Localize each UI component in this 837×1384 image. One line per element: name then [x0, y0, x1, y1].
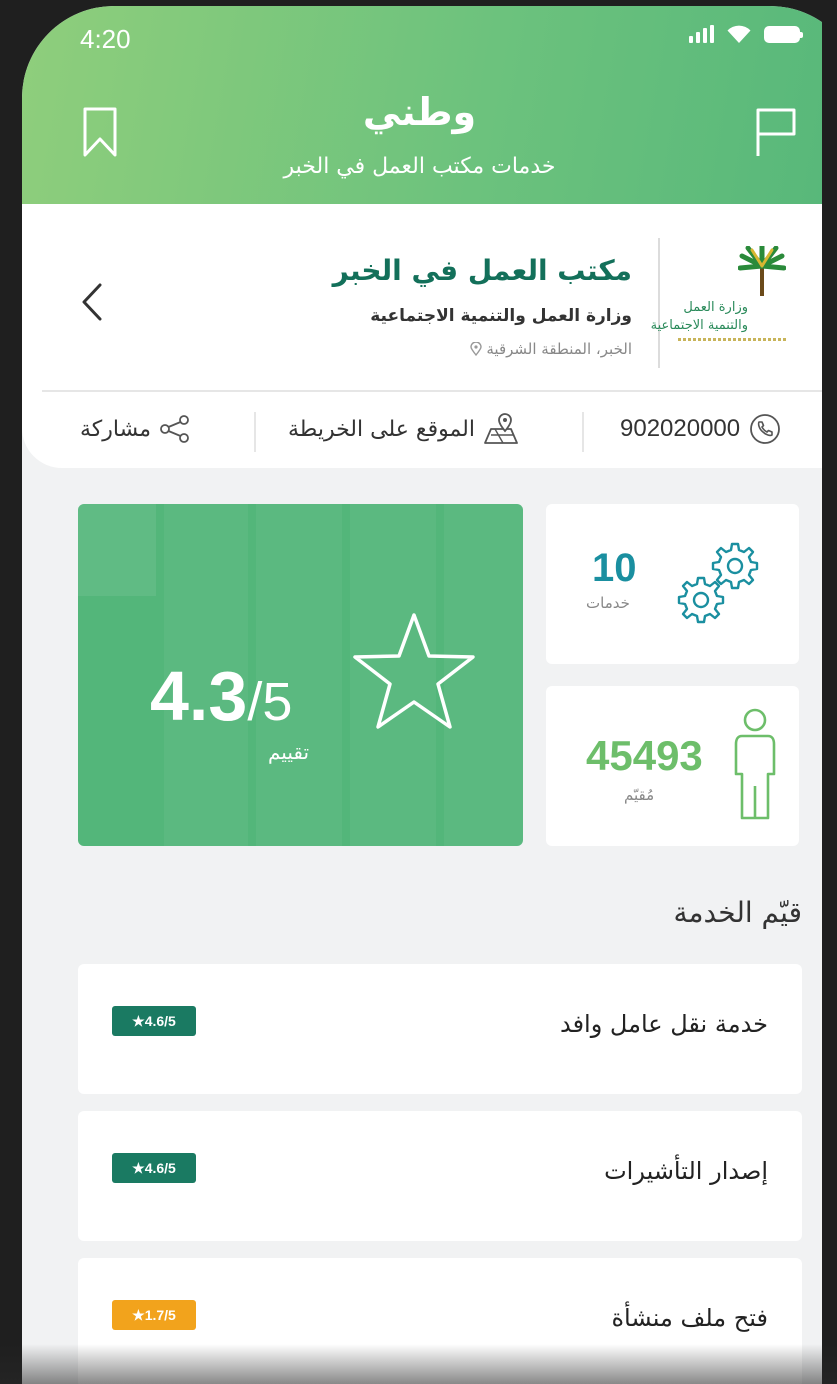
phone-number: 902020000	[620, 415, 741, 442]
service-rating-badge: ★4.6/5	[112, 1006, 196, 1036]
chevron-left-icon[interactable]	[80, 282, 104, 322]
share-label: مشاركة	[80, 416, 152, 442]
service-item[interactable]: إصدار التأشيرات ★4.6/5	[78, 1111, 802, 1241]
residents-stat-card: 45493 مُقيّم	[546, 686, 799, 846]
location-pin-icon	[470, 342, 483, 356]
status-icons	[689, 24, 803, 44]
logo-decoration	[678, 338, 788, 341]
share-icon	[160, 415, 189, 443]
services-label: خدمات	[586, 594, 630, 612]
service-rating-badge: ★1.7/5	[112, 1300, 196, 1330]
rating-value: 4.3/5	[150, 656, 292, 736]
status-time: 4:20	[80, 24, 131, 54]
palm-logo-icon	[738, 246, 786, 296]
services-count: 10	[592, 546, 637, 590]
flag-icon[interactable]	[754, 106, 798, 158]
rating-card: 4.3/5 تقييم	[78, 504, 523, 846]
divider	[42, 390, 822, 392]
signal-icon	[689, 25, 714, 43]
rating-label: تقييم	[268, 740, 310, 764]
map-location-button[interactable]: الموقع على الخريطة	[288, 406, 519, 452]
phone-button[interactable]: 902020000	[620, 406, 782, 452]
map-icon	[484, 413, 518, 444]
office-location: الخبر، المنطقة الشرقية	[470, 340, 632, 358]
logo-text-line2: والتنمية الاجتماعية	[650, 318, 748, 333]
ministry-logo: وزارة العمل والتنمية الاجتماعية	[651, 246, 800, 356]
divider	[254, 412, 256, 452]
office-card: مكتب العمل في الخبر وزارة العمل والتنمية…	[22, 204, 837, 468]
service-item[interactable]: خدمة نقل عامل وافد ★4.6/5	[78, 964, 802, 1094]
service-rating-badge: ★4.6/5	[112, 1153, 196, 1183]
decoration	[78, 504, 156, 596]
gears-icon	[677, 542, 759, 624]
map-label: الموقع على الخريطة	[288, 416, 475, 442]
device-frame	[0, 0, 22, 1384]
residents-label: مُقيّم	[624, 786, 655, 804]
star-icon	[353, 613, 475, 729]
logo-text-line1: وزارة العمل	[683, 300, 748, 315]
section-title: قيّم الخدمة	[673, 896, 802, 929]
share-button[interactable]: مشاركة	[80, 406, 191, 452]
rating-score: 4.3	[150, 657, 248, 735]
residents-count: 45493	[586, 732, 703, 779]
service-name: خدمة نقل عامل وافد	[559, 1010, 768, 1038]
divider	[582, 412, 584, 452]
person-icon	[734, 708, 776, 820]
services-stat-card: 10 خدمات	[546, 504, 799, 664]
service-name: فتح ملف منشأة	[611, 1304, 768, 1332]
office-name: مكتب العمل في الخبر	[332, 254, 632, 287]
action-bar: مشاركة الموقع على الخريطة 902020000	[22, 394, 837, 464]
battery-icon	[764, 25, 803, 43]
rating-max: /5	[247, 672, 293, 732]
divider	[658, 238, 660, 368]
phone-icon	[750, 414, 781, 444]
ministry-name: وزارة العمل والتنمية الاجتماعية	[370, 306, 632, 326]
service-name: إصدار التأشيرات	[604, 1157, 768, 1185]
device-frame	[822, 0, 837, 1384]
bottom-shadow	[0, 1344, 837, 1384]
app-subtitle: خدمات مكتب العمل في الخبر	[283, 154, 556, 179]
location-text: الخبر، المنطقة الشرقية	[486, 340, 632, 358]
app-title: وطني	[362, 90, 477, 134]
wifi-icon	[727, 25, 751, 43]
app-header: 4:20 وطني خدمات مكتب العمل في الخبر	[22, 6, 837, 204]
phone-screen: 4:20 وطني خدمات مكتب العمل في الخبر مكتب…	[22, 6, 837, 1384]
